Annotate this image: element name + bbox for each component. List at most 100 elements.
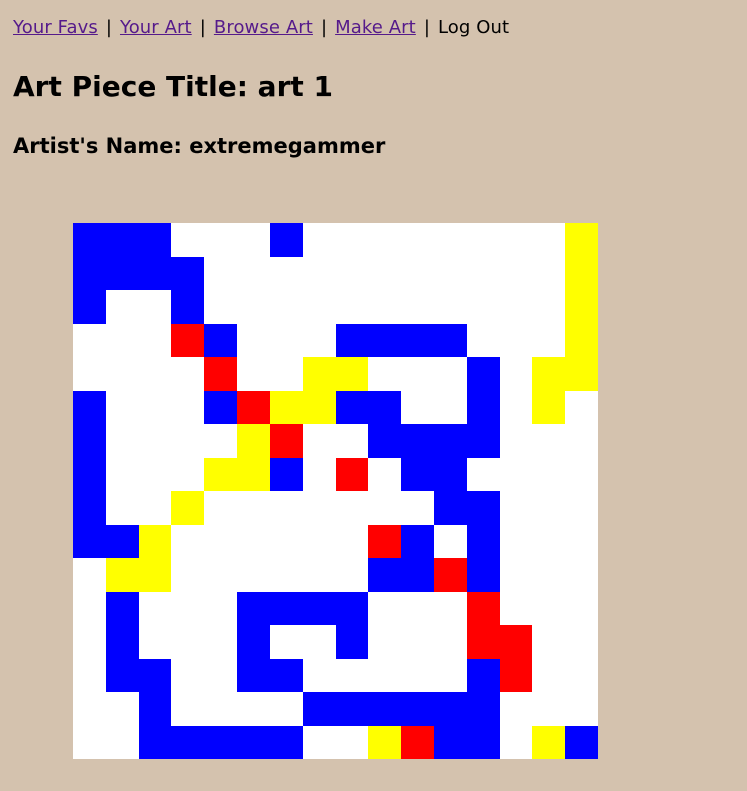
pixel-cell	[466, 558, 500, 592]
pixel-cell	[105, 491, 139, 525]
pixel-cell	[532, 558, 566, 592]
pixel-cell	[204, 390, 238, 424]
pixel-cell	[368, 256, 402, 290]
pixel-cell	[204, 692, 238, 726]
pixel-cell	[237, 256, 270, 290]
pixel-cell	[105, 424, 139, 458]
pixel-cell	[532, 357, 566, 391]
pixel-cell	[401, 424, 434, 458]
pixel-cell	[73, 223, 106, 257]
pixel-cell	[302, 457, 336, 491]
pixel-cell	[269, 357, 303, 391]
pixel-cell	[204, 591, 238, 625]
pixel-cell	[204, 524, 238, 558]
pixel-cell	[138, 256, 172, 290]
pixel-cell	[269, 457, 303, 491]
pixel-cell	[171, 424, 205, 458]
pixel-cell	[171, 558, 205, 592]
pixel-cell	[302, 725, 336, 759]
pixel-cell	[401, 390, 434, 424]
pixel-cell	[105, 558, 139, 592]
pixel-cell	[466, 323, 500, 357]
pixel-cell	[302, 658, 336, 692]
pixel-cell	[302, 223, 336, 257]
pixel-cell	[73, 658, 106, 692]
pixel-cell	[335, 424, 369, 458]
pixel-cell	[368, 290, 402, 324]
nav-link-browse-art[interactable]: Browse Art	[214, 17, 313, 38]
pixel-cell	[171, 223, 205, 257]
art-title-heading: Art Piece Title: art 1	[13, 70, 333, 103]
pixel-cell	[335, 290, 369, 324]
pixel-cell	[73, 625, 106, 659]
pixel-cell	[532, 457, 566, 491]
nav-separator: |	[199, 17, 206, 38]
logout-button[interactable]: Log Out	[438, 17, 509, 38]
pixel-cell	[401, 692, 434, 726]
pixel-cell	[237, 524, 270, 558]
pixel-cell	[138, 390, 172, 424]
pixel-cell	[368, 223, 402, 257]
pixel-cell	[73, 491, 106, 525]
pixel-cell	[499, 323, 533, 357]
pixel-cell	[466, 424, 500, 458]
pixel-cell	[237, 692, 270, 726]
pixel-cell	[433, 692, 467, 726]
pixel-cell	[532, 390, 566, 424]
pixel-cell	[105, 725, 139, 759]
pixel-cell	[138, 357, 172, 391]
pixel-cell	[499, 357, 533, 391]
nav-link-your-favs[interactable]: Your Favs	[13, 17, 98, 38]
pixel-cell	[565, 290, 598, 324]
pixel-cell	[565, 658, 598, 692]
top-nav: Your Favs | Your Art | Browse Art | Make Art | L…	[13, 17, 509, 38]
nav-link-make-art[interactable]: Make Art	[335, 17, 416, 38]
pixel-cell	[368, 491, 402, 525]
pixel-cell	[335, 658, 369, 692]
pixel-cell	[466, 457, 500, 491]
pixel-cell	[368, 357, 402, 391]
pixel-cell	[335, 558, 369, 592]
pixel-cell	[466, 725, 500, 759]
pixel-cell	[269, 558, 303, 592]
pixel-cell	[565, 390, 598, 424]
pixel-cell	[204, 256, 238, 290]
pixel-cell	[565, 256, 598, 290]
pixel-cell	[171, 256, 205, 290]
pixel-cell	[368, 524, 402, 558]
pixel-cell	[269, 658, 303, 692]
pixel-cell	[138, 558, 172, 592]
pixel-cell	[204, 491, 238, 525]
pixel-cell	[433, 256, 467, 290]
pixel-cell	[237, 658, 270, 692]
pixel-cell	[433, 357, 467, 391]
pixel-cell	[532, 625, 566, 659]
pixel-cell	[105, 524, 139, 558]
pixel-cell	[237, 558, 270, 592]
pixel-cell	[499, 390, 533, 424]
pixel-cell	[73, 457, 106, 491]
pixel-cell	[171, 725, 205, 759]
pixel-cell	[368, 658, 402, 692]
pixel-cell	[204, 357, 238, 391]
pixel-cell	[368, 558, 402, 592]
pixel-cell	[368, 591, 402, 625]
pixel-cell	[269, 692, 303, 726]
pixel-cell	[466, 256, 500, 290]
pixel-cell	[335, 491, 369, 525]
pixel-cell	[433, 457, 467, 491]
pixel-cell	[532, 692, 566, 726]
pixel-cell	[565, 625, 598, 659]
pixel-cell	[401, 591, 434, 625]
pixel-cell	[565, 524, 598, 558]
pixel-cell	[433, 323, 467, 357]
pixel-cell	[73, 692, 106, 726]
pixel-cell	[499, 658, 533, 692]
pixel-cell	[433, 558, 467, 592]
pixel-cell	[73, 558, 106, 592]
pixel-cell	[269, 256, 303, 290]
pixel-cell	[171, 692, 205, 726]
nav-link-your-art[interactable]: Your Art	[120, 17, 192, 38]
pixel-cell	[335, 625, 369, 659]
pixel-cell	[105, 625, 139, 659]
